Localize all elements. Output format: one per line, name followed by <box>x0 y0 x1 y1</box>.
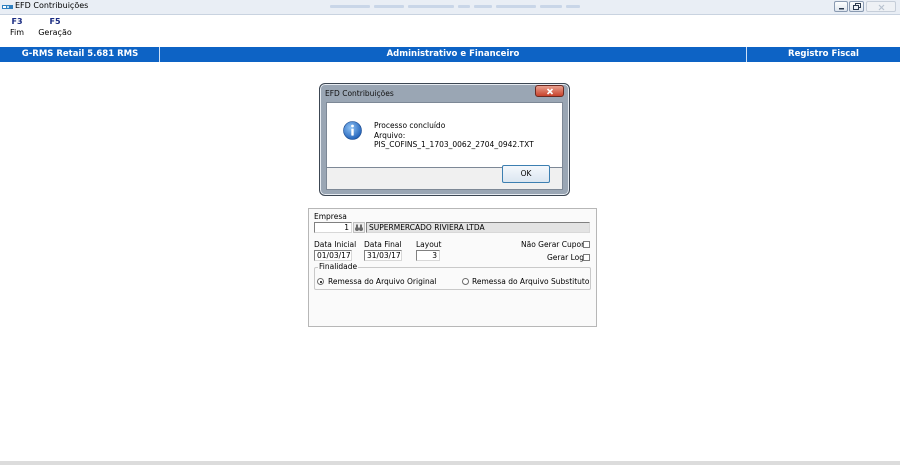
message-dialog: EFD Contribuições Processo concluído Arq… <box>319 83 570 196</box>
info-icon <box>343 121 362 140</box>
remessa-substituto-label[interactable]: Remessa do Arquivo Substituto <box>472 277 589 286</box>
data-inicial-label: Data Inicial <box>314 240 357 249</box>
binoculars-icon[interactable] <box>353 222 365 233</box>
dialog-close-button[interactable] <box>535 85 564 97</box>
dialog-title: EFD Contribuições <box>325 89 394 98</box>
minimize-button[interactable] <box>834 1 848 12</box>
parameters-panel: Empresa 1 SUPERMERCADO RIVIERA LTDA Data… <box>308 208 597 327</box>
nao-gerar-cupons-label: Não Gerar Cupons <box>521 240 590 249</box>
nao-gerar-cupons-checkbox[interactable] <box>583 241 590 248</box>
geracao-label: Geração <box>38 28 72 37</box>
data-final-label: Data Final <box>364 240 402 249</box>
radio-remessa-original[interactable] <box>317 278 324 285</box>
empresa-code-input[interactable]: 1 <box>314 222 352 233</box>
empresa-name-field: SUPERMERCADO RIVIERA LTDA <box>366 222 590 233</box>
restore-icon <box>853 3 861 10</box>
radio-remessa-substituto[interactable] <box>462 278 469 285</box>
finalidade-label: Finalidade <box>318 262 359 271</box>
close-icon <box>878 4 885 11</box>
gerar-log-label: Gerar Log <box>547 253 584 262</box>
gerar-log-checkbox[interactable] <box>583 254 590 261</box>
submodule-name: Registro Fiscal <box>788 49 859 59</box>
remessa-original-label[interactable]: Remessa do Arquivo Original <box>328 277 436 286</box>
dialog-message-file: Arquivo: PIS_COFINS_1_1703_0062_2704_094… <box>374 131 534 149</box>
layout-label: Layout <box>416 240 442 249</box>
fim-label: Fim <box>9 28 25 37</box>
dialog-body: Processo concluído Arquivo: PIS_COFINS_1… <box>326 102 563 168</box>
system-version: G-RMS Retail 5.681 RMS <box>21 49 139 59</box>
minimize-icon <box>839 8 844 10</box>
f5-key: F5 <box>49 17 61 26</box>
dialog-message-status: Processo concluído <box>374 121 446 130</box>
geracao-button[interactable]: F5 Geração <box>38 17 72 38</box>
faded-window-caption <box>330 1 590 11</box>
function-key-toolbar: F3 Fim F5 Geração <box>0 17 200 45</box>
module-header-bar: G-RMS Retail 5.681 RMS Administrativo e … <box>0 47 900 62</box>
ok-button[interactable]: OK <box>502 165 550 183</box>
module-name: Administrativo e Financeiro <box>386 49 520 59</box>
data-inicial-input[interactable]: 01/03/17 <box>314 250 352 261</box>
empresa-label: Empresa <box>314 212 347 221</box>
status-bar <box>0 461 900 465</box>
data-final-input[interactable]: 31/03/17 <box>364 250 402 261</box>
close-icon <box>546 88 554 95</box>
restore-button[interactable] <box>849 1 864 12</box>
fim-button[interactable]: F3 Fim <box>6 17 28 38</box>
window-title: EFD Contribuições <box>15 1 89 10</box>
f3-key: F3 <box>11 17 23 26</box>
rms-app-icon <box>2 5 13 9</box>
close-button[interactable] <box>866 1 896 12</box>
layout-input[interactable]: 3 <box>416 250 440 261</box>
title-bar: EFD Contribuições <box>0 0 900 15</box>
